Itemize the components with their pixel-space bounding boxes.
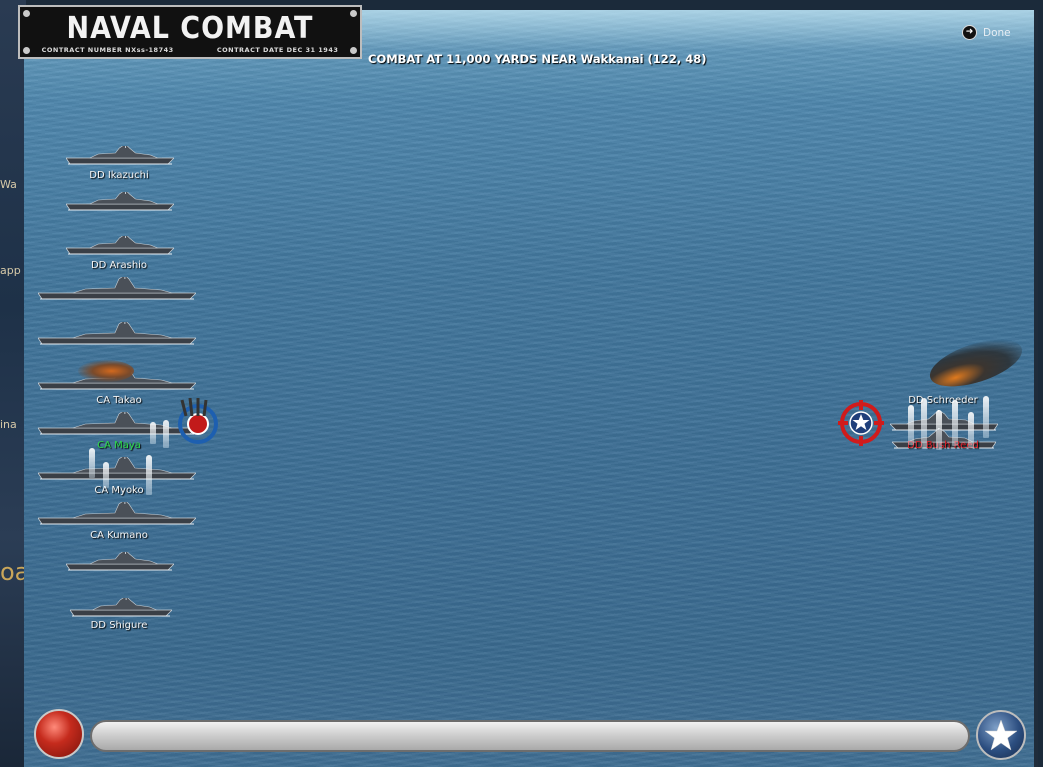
done-label: Done [983,26,1011,39]
playback-bar [24,704,1038,767]
contract-date: CONTRACT DATE DEC 31 1943 [216,46,339,54]
ship-silhouette-icon [66,146,174,165]
map-label-fragment: ina [0,418,17,431]
ship-silhouette-icon [66,192,174,211]
shell-splash-effect [921,398,927,448]
ship-label: CA Maya [97,440,141,451]
record-button[interactable] [34,709,84,759]
ship-silhouette-icon [38,502,196,525]
combat-progress-bar[interactable] [90,720,970,752]
ship-label: DD Ikazuchi [89,170,149,181]
fire-smoke-effect [78,360,134,382]
ship-silhouette-icon [38,277,196,300]
japanese-ship[interactable] [38,412,196,436]
japanese-ship[interactable] [38,457,196,481]
allied-star-button[interactable] [976,710,1026,760]
shell-splash-effect [983,396,989,438]
allied-target-reticle-icon[interactable] [836,398,886,448]
map-label-fragment: Wa [0,178,17,191]
shell-splash-effect [936,410,942,450]
shell-splash-effect [968,412,974,448]
ship-label: CA Kumano [90,530,148,541]
title-plate: NAVAL COMBAT CONTRACT NUMBER NXss-18743 … [18,5,362,59]
ship-label: DD Arashio [90,260,148,271]
ship-silhouette-icon [66,552,174,571]
ship-silhouette-icon [38,412,196,435]
window-title: NAVAL COMBAT [66,11,314,46]
done-button[interactable]: ➜ Done [962,25,1011,40]
shell-splash-effect [163,420,169,448]
contract-number: CONTRACT NUMBER NXss-18743 [41,46,174,54]
combat-header: COMBAT AT 11,000 YARDS NEAR Wakkanai (12… [368,52,707,66]
shell-splash-effect [89,448,95,478]
arrow-right-circle-icon: ➜ [962,25,977,40]
shell-splash-effect [146,455,152,495]
shell-splash-effect [150,422,156,444]
map-label-fragment: oa [0,558,26,586]
contract-line: CONTRACT NUMBER NXss-18743 CONTRACT DATE… [20,46,360,54]
ship-silhouette-icon [38,457,196,480]
ship-label: DD Schroeder [908,395,978,406]
japanese-ship[interactable] [66,552,174,572]
japanese-ship[interactable] [38,322,196,346]
shell-splash-effect [952,400,958,446]
background-map: Wa app ina oa [0,0,26,767]
ship-silhouette-icon [70,598,172,617]
japanese-ship[interactable] [38,502,196,526]
japanese-ship[interactable] [66,146,174,166]
ship-label: DD Shigure [90,620,148,631]
japanese-ship[interactable] [66,192,174,212]
ship-silhouette-icon [38,322,196,345]
ship-label: CA Myoko [94,485,144,496]
shell-splash-effect [908,405,914,445]
japanese-ship[interactable] [38,277,196,301]
japanese-ship[interactable] [70,598,172,618]
allied-star-icon [984,719,1018,751]
ship-silhouette-icon [66,236,174,255]
japanese-ship[interactable] [66,236,174,256]
shell-splash-effect [103,462,109,488]
map-label-fragment: app [0,264,21,277]
japanese-target-reticle-icon[interactable] [174,398,222,446]
ship-label: CA Takao [96,395,142,406]
